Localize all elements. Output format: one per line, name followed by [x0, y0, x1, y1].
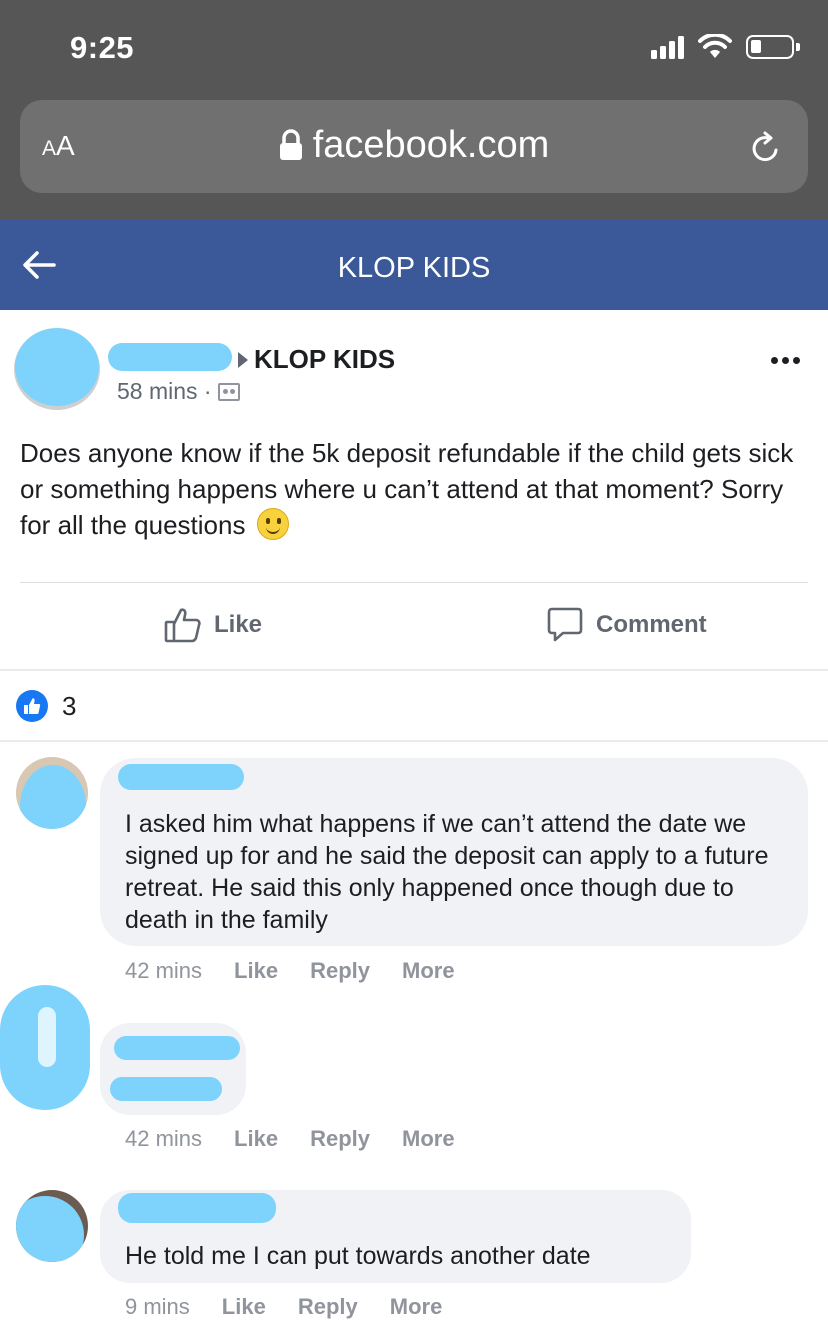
commenter-avatar[interactable]: [16, 757, 88, 829]
comment-more-button[interactable]: More: [402, 1126, 455, 1152]
like-label: Like: [214, 611, 263, 638]
redacted-commenter-name[interactable]: [114, 1036, 240, 1060]
comment-like-button[interactable]: Like: [222, 1294, 266, 1320]
group-icon: [217, 382, 240, 401]
status-icons: [651, 34, 800, 60]
comment-icon: [547, 607, 583, 642]
post-header: KLOP KIDS: [238, 344, 395, 375]
comment-time[interactable]: 42 mins: [125, 1126, 202, 1152]
comment-text: He told me I can put towards another dat…: [125, 1242, 591, 1270]
url-text: facebook.com: [312, 124, 550, 166]
redacted-author-name[interactable]: [108, 343, 232, 371]
redacted-commenter-name[interactable]: [118, 764, 244, 790]
divider: [0, 740, 828, 742]
post-text-block: Does anyone know if the 5k deposit refun…: [20, 435, 810, 543]
more-icon[interactable]: [771, 357, 800, 364]
signal-icon: [651, 35, 684, 59]
url-display[interactable]: facebook.com: [20, 124, 808, 167]
address-bar[interactable]: AA facebook.com: [20, 100, 808, 193]
commenter-avatar[interactable]: [0, 985, 90, 1110]
lock-icon: [279, 129, 302, 160]
group-header: KLOP KIDS: [0, 220, 828, 310]
comment-time[interactable]: 42 mins: [125, 958, 202, 984]
redacted-comment-text: [110, 1077, 222, 1101]
reaction-count: 3: [62, 690, 77, 721]
post-text: Does anyone know if the 5k deposit refun…: [20, 438, 794, 540]
comment-like-button[interactable]: Like: [234, 1126, 278, 1152]
triangle-right-icon: [238, 351, 248, 368]
wifi-icon: [698, 34, 732, 58]
smiley-emoji-icon: [256, 508, 289, 540]
reaction-summary[interactable]: 3: [16, 690, 76, 722]
status-time: 9:25: [70, 30, 135, 65]
comment-label: Comment: [596, 611, 707, 638]
post-author-avatar[interactable]: [14, 328, 100, 410]
comment-reply-button[interactable]: Reply: [310, 958, 370, 984]
comment-like-button[interactable]: Like: [234, 958, 278, 984]
comment-button[interactable]: Comment: [546, 606, 707, 644]
reload-icon[interactable]: [750, 130, 782, 164]
post-time[interactable]: 58 mins ·: [117, 378, 212, 405]
post-meta: 58 mins ·: [117, 378, 240, 405]
commenter-avatar[interactable]: [16, 1190, 88, 1262]
browser-chrome: 9:25 AA facebook.com: [0, 0, 828, 220]
divider: [0, 669, 828, 671]
comment-actions: 42 mins Like Reply More: [125, 958, 487, 984]
like-button[interactable]: Like: [164, 606, 262, 644]
thumbs-up-icon: [164, 608, 201, 643]
comment-more-button[interactable]: More: [390, 1294, 443, 1320]
comment-time[interactable]: 9 mins: [125, 1294, 190, 1320]
comment-actions: 9 mins Like Reply More: [125, 1294, 474, 1320]
comment-reply-button[interactable]: Reply: [310, 1126, 370, 1152]
battery-icon: [746, 35, 800, 59]
page-title: KLOP KIDS: [337, 252, 491, 284]
comment-reply-button[interactable]: Reply: [298, 1294, 358, 1320]
like-reaction-icon: [16, 690, 48, 722]
comment-text: I asked him what happens if we can’t att…: [125, 810, 769, 934]
redacted-commenter-name[interactable]: [118, 1193, 276, 1223]
divider: [20, 582, 808, 583]
post-group-name[interactable]: KLOP KIDS: [254, 344, 395, 375]
comment-actions: 42 mins Like Reply More: [125, 1126, 487, 1152]
comment-more-button[interactable]: More: [402, 958, 455, 984]
